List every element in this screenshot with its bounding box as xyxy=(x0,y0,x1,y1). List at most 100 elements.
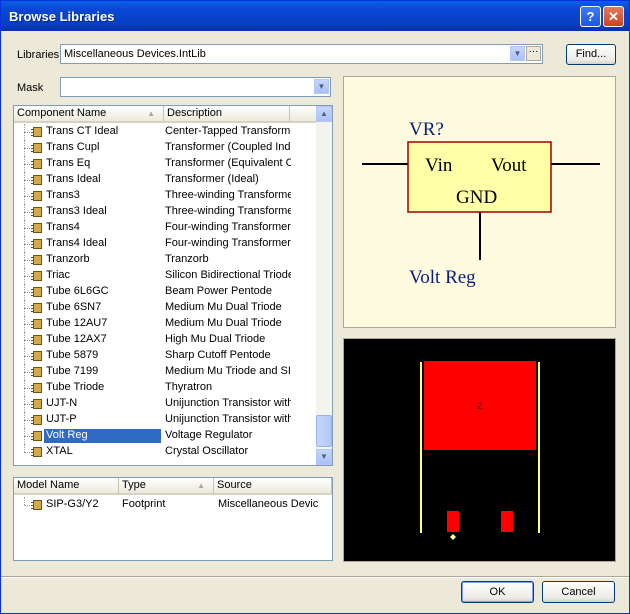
column-header-model-name[interactable]: Model Name xyxy=(14,478,119,495)
list-item[interactable]: Tube 12AU7 Medium Mu Dual Triode xyxy=(14,316,314,332)
column-header-type[interactable]: Type ▲ xyxy=(119,478,214,495)
list-item[interactable]: Tube 6SN7 Medium Mu Dual Triode xyxy=(14,300,314,316)
pin-gnd-text: GND xyxy=(456,187,497,208)
component-icon xyxy=(31,351,42,361)
sort-arrow-icon: ▲ xyxy=(197,481,205,490)
list-item[interactable]: Trans4 Four-winding Transformer xyxy=(14,220,314,236)
list-item[interactable]: Trans Eq Transformer (Equivalent C xyxy=(14,156,314,172)
tree-line xyxy=(20,172,34,188)
component-name: Trans Cupl xyxy=(46,141,100,153)
list-item[interactable]: UJT-N Unijunction Transistor with xyxy=(14,396,314,412)
component-icon xyxy=(31,191,42,201)
tree-line xyxy=(20,220,34,236)
window-title: Browse Libraries xyxy=(9,9,115,24)
tree-line xyxy=(20,252,34,268)
component-description: Silicon Bidirectional Triode xyxy=(165,269,291,281)
component-icon xyxy=(31,447,42,457)
column-header-component-name[interactable]: Component Name ▲ xyxy=(14,106,164,123)
footprint-drawing: 2 xyxy=(420,361,540,540)
column-header-source[interactable]: Source xyxy=(214,478,332,495)
list-item[interactable]: Trans Cupl Transformer (Coupled Indu xyxy=(14,140,314,156)
tree-line xyxy=(20,380,34,396)
component-icon xyxy=(31,383,42,393)
list-item[interactable]: Trans Ideal Transformer (Ideal) xyxy=(14,172,314,188)
list-item[interactable]: Trans3 Three-winding Transforme xyxy=(14,188,314,204)
tree-line xyxy=(20,316,34,332)
list-item[interactable]: Tube Triode Thyratron xyxy=(14,380,314,396)
find-button[interactable]: Find... xyxy=(566,44,616,65)
help-button[interactable]: ? xyxy=(580,6,601,27)
list-item[interactable]: Trans4 Ideal Four-winding Transformer xyxy=(14,236,314,252)
component-name: Trans4 xyxy=(46,221,80,233)
component-icon xyxy=(31,223,42,233)
ok-button[interactable]: OK xyxy=(461,581,534,603)
tree-line xyxy=(20,497,34,513)
tree-line xyxy=(20,428,34,444)
comment-text: Volt Reg xyxy=(409,267,476,288)
component-icon xyxy=(31,127,42,137)
list-item[interactable]: Triac Silicon Bidirectional Triode xyxy=(14,268,314,284)
tree-line xyxy=(20,284,34,300)
pad-1 xyxy=(447,511,459,532)
component-icon xyxy=(31,367,42,377)
libraries-value: Miscellaneous Devices.IntLib xyxy=(64,48,206,60)
sort-arrow-icon: ▲ xyxy=(147,109,155,118)
list-item[interactable]: Trans CT Ideal Center-Tapped Transforme xyxy=(14,124,314,140)
scroll-up-icon[interactable]: ▲ xyxy=(316,106,332,122)
list-item[interactable]: UJT-P Unijunction Transistor with xyxy=(14,412,314,428)
pad-tab-label: 2 xyxy=(477,401,482,411)
mask-combo[interactable]: ▼ xyxy=(60,77,331,97)
list-item[interactable]: XTAL Crystal Oscillator xyxy=(14,444,314,460)
list-item[interactable]: Tube 12AX7 High Mu Dual Triode xyxy=(14,332,314,348)
component-name: Tube 5879 xyxy=(46,349,99,361)
component-icon xyxy=(31,143,42,153)
list-item[interactable]: Tranzorb Tranzorb xyxy=(14,252,314,268)
schematic-preview: VR? Vin Vout GND Volt Reg xyxy=(343,76,616,328)
component-icon xyxy=(31,335,42,345)
scroll-down-icon[interactable]: ▼ xyxy=(316,449,332,465)
pin-vin-text: Vin xyxy=(425,155,453,176)
component-name: Tube Triode xyxy=(46,381,105,393)
component-icon xyxy=(31,239,42,249)
component-icon xyxy=(31,271,42,281)
component-icon xyxy=(31,319,42,329)
component-description: Transformer (Coupled Indu xyxy=(165,141,291,153)
tree-line xyxy=(20,332,34,348)
list-item[interactable]: Trans3 Ideal Three-winding Transforme xyxy=(14,204,314,220)
component-name: Tube 12AU7 xyxy=(46,317,108,329)
component-icon xyxy=(31,303,42,313)
list-item[interactable]: Tube 6L6GC Beam Power Pentode xyxy=(14,284,314,300)
pad-3 xyxy=(501,511,513,532)
close-icon: ✕ xyxy=(608,9,619,24)
cancel-button[interactable]: Cancel xyxy=(542,581,615,603)
component-icon xyxy=(31,431,42,441)
libraries-combo[interactable]: Miscellaneous Devices.IntLib ▼ ··· xyxy=(60,44,543,64)
model-row[interactable]: SIP-G3/Y2 Footprint Miscellaneous Devic xyxy=(14,497,332,513)
question-icon: ? xyxy=(586,9,595,24)
component-list[interactable]: Component Name ▲ Description Trans CT Id… xyxy=(13,105,333,466)
component-name: Trans Eq xyxy=(46,157,91,169)
footprint-preview: 2 xyxy=(343,338,616,562)
chevron-down-icon[interactable]: ▼ xyxy=(510,46,525,61)
separator xyxy=(1,576,629,578)
close-button[interactable]: ✕ xyxy=(603,6,624,27)
tree-line xyxy=(20,124,34,140)
column-header-description[interactable]: Description xyxy=(164,106,290,123)
chevron-down-icon[interactable]: ▼ xyxy=(314,79,329,94)
more-options-icon[interactable]: ··· xyxy=(526,46,541,61)
list-item[interactable]: Tube 5879 Sharp Cutoff Pentode xyxy=(14,348,314,364)
scroll-thumb[interactable] xyxy=(316,415,332,447)
tree-line xyxy=(20,396,34,412)
component-name: UJT-N xyxy=(46,397,78,409)
component-list-scrollbar[interactable]: ▲ ▼ xyxy=(316,106,332,465)
browse-libraries-dialog: Browse Libraries ? ✕ Libraries Miscellan… xyxy=(0,0,630,614)
list-item[interactable]: Tube 7199 Medium Mu Triode and SI xyxy=(14,364,314,380)
mask-label: Mask xyxy=(17,82,44,94)
component-icon xyxy=(31,287,42,297)
component-icon xyxy=(31,175,42,185)
model-list[interactable]: Model Name Type ▲ Source SIP-G3/Y2 Footp… xyxy=(13,477,333,561)
component-description: Medium Mu Dual Triode xyxy=(165,301,282,313)
list-item-selected[interactable]: Volt Reg Voltage Regulator xyxy=(14,428,314,444)
component-description: Four-winding Transformer xyxy=(165,221,291,233)
component-name: UJT-P xyxy=(46,413,77,425)
